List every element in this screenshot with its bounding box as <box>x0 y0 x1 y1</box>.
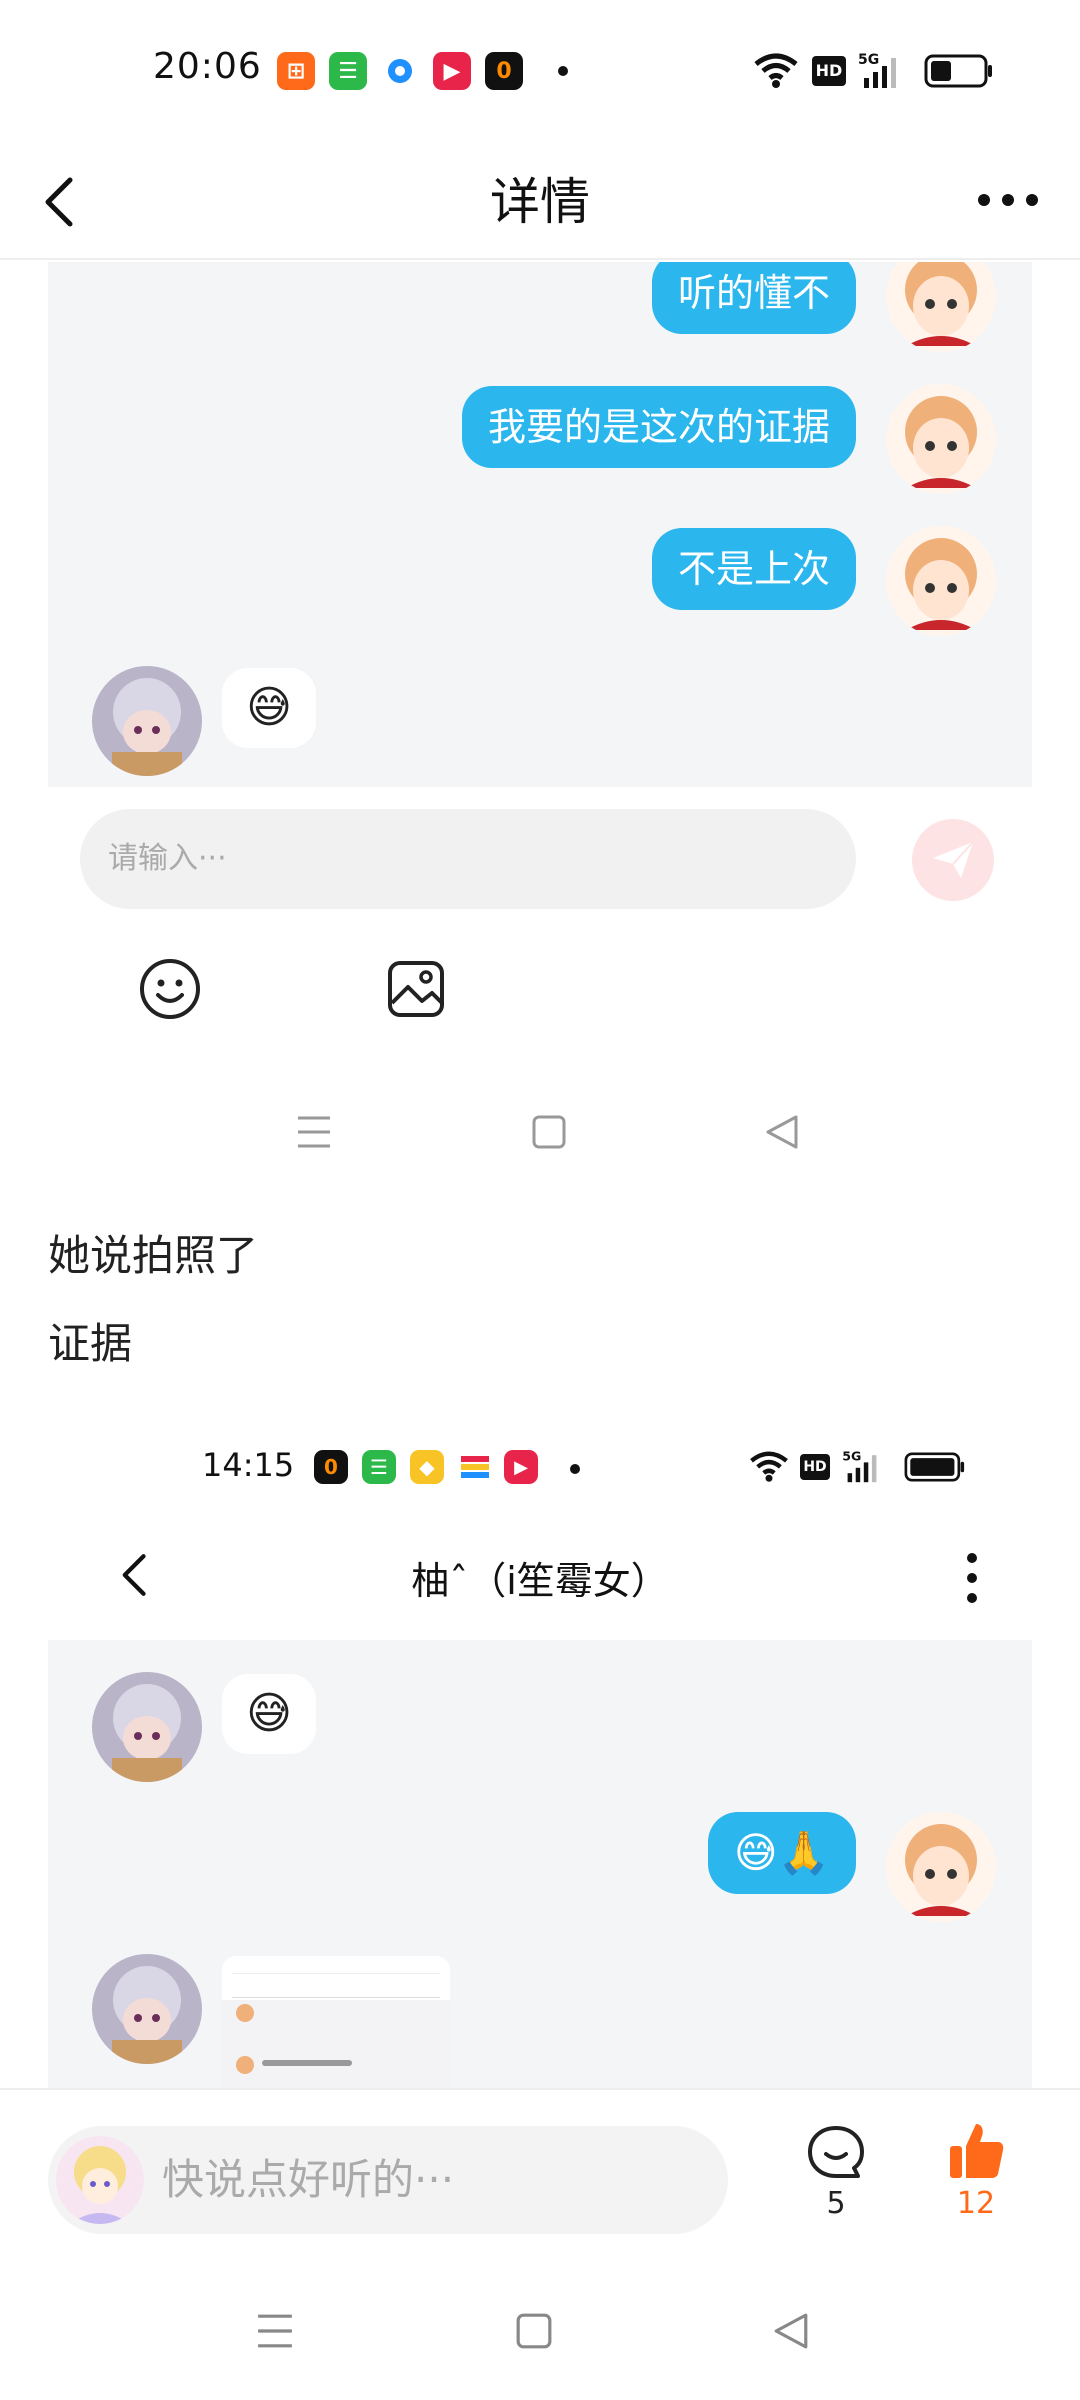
emoji-icon <box>140 959 200 1019</box>
thumbnail-status-row <box>232 1964 440 1974</box>
like-count: 12 <box>956 2186 996 2221</box>
more-options-icon[interactable] <box>976 188 1040 212</box>
signal-5g-icon: 5G <box>858 52 896 88</box>
user-avatar <box>56 2136 144 2224</box>
home-nav-icon <box>532 1115 566 1149</box>
avatar-self <box>886 526 996 636</box>
comment-count: 5 <box>826 2186 846 2221</box>
back-nav-icon[interactable] <box>772 2312 810 2350</box>
battery-icon <box>904 1452 965 1482</box>
app-notification-icon <box>458 1450 492 1484</box>
svg-text:5G: 5G <box>858 52 879 68</box>
avatar-other <box>92 1672 202 1782</box>
message-input: 请输入··· <box>80 809 856 909</box>
battery-icon <box>924 54 992 88</box>
hd-icon: HD <box>800 1454 830 1480</box>
comment-input[interactable]: 快说点好听的··· <box>48 2126 728 2234</box>
status-time: 20:06 <box>153 46 262 87</box>
more-notifications-dot <box>570 1464 580 1474</box>
embedded-screenshot-2-status: 14:15 0 ☰ ◆ ▶ HD 5G <box>0 1440 1080 1500</box>
avatar-other <box>92 1954 202 2064</box>
comment-button[interactable]: 5 <box>796 2124 876 2224</box>
thumbnail-chat-area <box>222 2000 450 2088</box>
chat-bubble-received: 😅 <box>222 1674 316 1754</box>
chat-bubble-sent: 我要的是这次的证据 <box>461 386 856 468</box>
app-notification-icon: ◆ <box>410 1450 444 1484</box>
app-notification-icon: ▶ <box>504 1450 538 1484</box>
thumbnail-avatar <box>236 2004 254 2022</box>
avatar-self <box>886 384 996 494</box>
comment-placeholder: 快说点好听的··· <box>162 2155 455 2204</box>
avatar-other <box>92 666 202 776</box>
post-text-line: 她说拍照了 <box>48 1231 259 1280</box>
chat-bubble-sent: 😅🙏 <box>707 1812 856 1894</box>
chat-bubble-sent: 不是上次 <box>651 528 856 610</box>
thumbnail-avatar <box>236 2056 254 2074</box>
svg-text:5G: 5G <box>842 1449 861 1464</box>
wifi-icon <box>750 1451 788 1482</box>
page-title: 详情 <box>490 173 590 231</box>
home-nav-icon[interactable] <box>515 2312 553 2350</box>
back-nav-icon <box>766 1115 798 1149</box>
header: 详情 <box>0 140 1080 260</box>
thumbs-up-icon <box>950 2124 1004 2178</box>
avatar-self <box>886 1812 996 1922</box>
embedded-input-area: 请输入··· <box>48 787 1032 1047</box>
app-notification-icon: 0 <box>485 52 523 90</box>
thumbnail-header-row <box>232 1980 440 1998</box>
send-button <box>912 819 994 901</box>
app-notification-icon: 0 <box>314 1450 348 1484</box>
app-notification-icon: ☰ <box>329 52 367 90</box>
comment-bubble-icon <box>808 2126 864 2178</box>
more-vertical-icon <box>967 1553 977 1603</box>
avatar-self <box>886 262 996 352</box>
paper-plane-icon <box>933 841 974 878</box>
post-text-line: 证据 <box>48 1319 133 1368</box>
status-time: 14:15 <box>202 1446 295 1484</box>
chat-bubble-received: 😅 <box>222 668 316 748</box>
embedded-screenshot-chat[interactable]: 听的懂不 我要的是这次的证据 不是上次 😅 <box>48 262 1032 787</box>
like-button[interactable]: 12 <box>936 2120 1016 2230</box>
bottom-action-bar: 快说点好听的··· 5 12 <box>0 2088 1080 2400</box>
app-notification-icon <box>381 52 419 90</box>
menu-nav-icon[interactable] <box>256 2312 294 2350</box>
app-notification-icon: ▶ <box>433 52 471 90</box>
chat-bubble-sent: 听的懂不 <box>651 262 856 334</box>
wifi-icon <box>754 53 798 88</box>
menu-nav-icon <box>298 1116 330 1148</box>
app-notification-icon: ⊞ <box>277 52 315 90</box>
embedded-screenshot-2-header: 柚ˆ（i笙霉女） <box>0 1510 1080 1640</box>
hd-icon: HD <box>812 56 846 86</box>
nested-screenshot-thumbnail <box>222 1956 450 2088</box>
status-bar: 20:06 ⊞ ☰ ▶ 0 HD 5G <box>0 0 1080 140</box>
image-picker-icon <box>388 961 444 1017</box>
chat-title: 柚ˆ（i笙霉女） <box>411 1559 669 1603</box>
embedded-screenshot-chat-2[interactable]: 😅 😅🙏 <box>48 1640 1032 2088</box>
more-notifications-dot <box>558 66 568 76</box>
thumbnail-text-line <box>262 2060 352 2066</box>
signal-5g-icon: 5G <box>842 1449 877 1483</box>
app-notification-icon: ☰ <box>362 1450 396 1484</box>
